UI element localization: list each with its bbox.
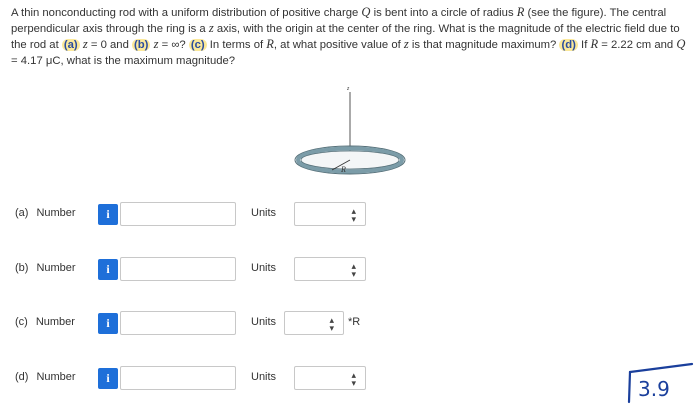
handwritten-annotation: 3.9	[627, 362, 694, 404]
part-label: (c)	[15, 316, 28, 328]
question-segment: = 0 and	[87, 39, 132, 52]
number-input[interactable]	[120, 257, 236, 281]
question-segment: = 4.17 μC, what is the maximum magnitude…	[11, 54, 236, 67]
annotation-text: 3.9	[638, 377, 670, 401]
part-a-marker: (a)	[61, 39, 80, 52]
question-text: A thin nonconducting rod with a uniform …	[11, 5, 693, 69]
part-label: (b)	[15, 262, 29, 274]
number-label: Number	[35, 316, 75, 328]
answer-row-c: (c) Number i Units ▴ ▾ *R	[0, 309, 700, 339]
number-label: Number	[36, 262, 76, 274]
row-label: (b) Number	[15, 262, 76, 274]
info-button[interactable]: i	[98, 259, 118, 280]
row-label: (a) Number	[15, 207, 76, 219]
number-input[interactable]	[120, 366, 236, 390]
radius-label: R	[340, 165, 346, 174]
charged-ring-figure: z R	[294, 86, 406, 175]
units-select[interactable]: ▴ ▾	[294, 202, 366, 226]
r-suffix-label: *R	[348, 316, 361, 328]
number-label: Number	[36, 371, 76, 383]
question-segment: In terms of	[206, 39, 267, 52]
question-segment: is bent into a circle of radius	[370, 7, 517, 19]
row-label: (c) Number	[15, 316, 75, 328]
annotation-bracket	[627, 370, 632, 404]
units-label: Units	[251, 371, 277, 383]
chevron-updown-icon: ▴ ▾	[351, 206, 356, 224]
info-button[interactable]: i	[98, 313, 118, 334]
part-c-marker: (c)	[188, 39, 207, 52]
units-select[interactable]: ▴ ▾	[284, 311, 344, 335]
question-segment: A thin nonconducting rod with a uniform …	[11, 7, 362, 19]
annotation-overline	[628, 362, 694, 374]
z-axis-label: z	[346, 86, 350, 92]
symbol-r: R	[266, 37, 274, 52]
question-segment: is that magnitude maximum?	[408, 39, 560, 52]
question-segment: , at what positive value of	[273, 39, 404, 52]
answer-row-a: (a) Number i Units ▴ ▾	[0, 200, 700, 230]
units-select[interactable]: ▴ ▾	[294, 366, 366, 390]
row-label: (d) Number	[15, 371, 76, 383]
info-button[interactable]: i	[98, 204, 118, 225]
part-label: (a)	[15, 207, 29, 219]
part-b-marker: (b)	[132, 39, 151, 52]
units-select[interactable]: ▴ ▾	[294, 257, 366, 281]
number-input[interactable]	[120, 202, 236, 226]
number-label: Number	[36, 207, 76, 219]
part-label: (d)	[15, 371, 29, 383]
number-input[interactable]	[120, 311, 236, 335]
units-label: Units	[251, 262, 277, 274]
chevron-updown-icon: ▴ ▾	[351, 370, 356, 388]
question-segment: = ∞?	[158, 39, 189, 52]
question-segment: = 2.22 cm and	[598, 39, 677, 52]
info-button[interactable]: i	[98, 368, 118, 389]
chevron-updown-icon: ▴ ▾	[351, 261, 356, 279]
units-label: Units	[251, 207, 277, 219]
symbol-q: Q	[676, 37, 686, 52]
part-d-marker: (d)	[559, 39, 578, 52]
symbol-r: R	[590, 37, 599, 52]
chevron-updown-icon: ▴ ▾	[329, 315, 334, 333]
units-label: Units	[251, 316, 277, 328]
answer-row-d: (d) Number i Units ▴ ▾	[0, 364, 700, 394]
question-segment: If	[577, 39, 591, 52]
answer-row-b: (b) Number i Units ▴ ▾	[0, 255, 700, 285]
